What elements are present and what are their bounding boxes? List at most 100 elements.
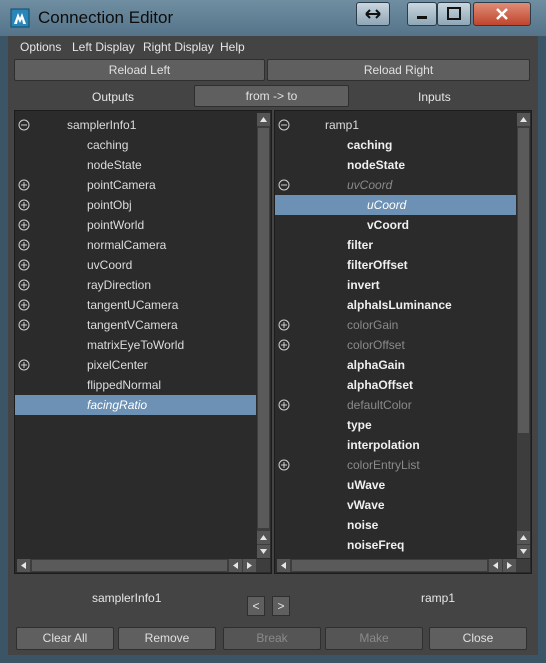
expand-plus-icon[interactable] — [278, 319, 290, 331]
scroll-up-button-lower[interactable] — [517, 531, 530, 544]
list-item[interactable]: tangentUCamera — [15, 295, 256, 315]
list-item[interactable]: interpolation — [275, 435, 516, 455]
list-item[interactable]: alphaGain — [275, 355, 516, 375]
previous-button[interactable]: < — [247, 596, 265, 616]
expand-plus-icon[interactable] — [278, 399, 290, 411]
inputs-vertical-scrollbar[interactable] — [517, 113, 530, 558]
collapse-minus-icon[interactable] — [278, 179, 290, 191]
break-button[interactable]: Break — [223, 627, 321, 650]
expand-plus-icon[interactable] — [278, 339, 290, 351]
list-item[interactable]: noise — [275, 515, 516, 535]
list-item[interactable]: alphaOffset — [275, 375, 516, 395]
list-item-label: pointCamera — [87, 178, 156, 192]
list-item[interactable]: uvCoord — [15, 255, 256, 275]
expand-plus-icon[interactable] — [18, 359, 30, 371]
list-item[interactable]: filter — [275, 235, 516, 255]
list-item[interactable]: nodeState — [15, 155, 256, 175]
scroll-left-button-lower[interactable] — [489, 559, 502, 572]
close-button[interactable]: Close — [429, 627, 527, 650]
window-title: Connection Editor — [38, 8, 174, 27]
expand-plus-icon[interactable] — [18, 299, 30, 311]
list-item-label: vCoord — [367, 218, 409, 232]
list-item[interactable]: flippedNormal — [15, 375, 256, 395]
swap-arrows-button[interactable] — [356, 2, 390, 26]
h-scroll-thumb[interactable] — [292, 560, 487, 571]
list-item[interactable]: defaultColor — [275, 395, 516, 415]
list-item[interactable]: type — [275, 415, 516, 435]
remove-button[interactable]: Remove — [118, 627, 216, 650]
make-button[interactable]: Make — [325, 627, 423, 650]
menu-options[interactable]: Options — [20, 40, 61, 54]
expand-plus-icon[interactable] — [18, 179, 30, 191]
list-item[interactable]: pointCamera — [15, 175, 256, 195]
title-bar[interactable]: Connection Editor — [0, 0, 546, 36]
expand-plus-icon[interactable] — [18, 259, 30, 271]
list-item[interactable]: uCoord — [275, 195, 516, 215]
list-item[interactable]: uWave — [275, 475, 516, 495]
collapse-minus-icon[interactable] — [278, 119, 290, 131]
close-window-button[interactable] — [473, 2, 531, 26]
expand-plus-icon[interactable] — [18, 279, 30, 291]
list-item[interactable]: vWave — [275, 495, 516, 515]
list-item[interactable]: caching — [275, 135, 516, 155]
scroll-up-button[interactable] — [517, 113, 530, 126]
scroll-down-button[interactable] — [517, 545, 530, 558]
list-item[interactable]: colorGain — [275, 315, 516, 335]
menu-right-display[interactable]: Right Display — [143, 40, 214, 54]
list-item[interactable]: uvCoord — [275, 175, 516, 195]
reload-left-button[interactable]: Reload Left — [14, 59, 265, 81]
expand-plus-icon[interactable] — [18, 199, 30, 211]
scroll-thumb[interactable] — [518, 128, 529, 433]
collapse-minus-icon[interactable] — [18, 119, 30, 131]
expand-plus-icon[interactable] — [18, 239, 30, 251]
list-item[interactable]: pointObj — [15, 195, 256, 215]
list-item[interactable]: pointWorld — [15, 215, 256, 235]
list-item[interactable]: matrixEyeToWorld — [15, 335, 256, 355]
list-item[interactable]: caching — [15, 135, 256, 155]
list-item[interactable]: samplerInfo1 — [15, 115, 256, 135]
list-item-label: filter — [347, 238, 374, 252]
outputs-vertical-scrollbar[interactable] — [257, 113, 270, 558]
list-item[interactable]: filterOffset — [275, 255, 516, 275]
scroll-down-button[interactable] — [257, 545, 270, 558]
list-item[interactable]: alphaIsLuminance — [275, 295, 516, 315]
outputs-horizontal-scrollbar[interactable] — [17, 559, 270, 572]
reload-right-button[interactable]: Reload Right — [267, 59, 530, 81]
list-item[interactable]: tangentVCamera — [15, 315, 256, 335]
list-item[interactable]: invert — [275, 275, 516, 295]
list-item[interactable]: pixelCenter — [15, 355, 256, 375]
h-scroll-thumb[interactable] — [32, 560, 227, 571]
list-item[interactable]: colorEntryList — [275, 455, 516, 475]
list-item[interactable]: ramp1 — [275, 115, 516, 135]
arrow-up-icon — [260, 535, 267, 540]
expand-plus-icon[interactable] — [18, 319, 30, 331]
clear-all-button[interactable]: Clear All — [16, 627, 114, 650]
scroll-left-button[interactable] — [17, 559, 30, 572]
list-item-label: uCoord — [367, 198, 407, 212]
scroll-up-button-lower[interactable] — [257, 531, 270, 544]
list-item[interactable]: normalCamera — [15, 235, 256, 255]
menu-left-display[interactable]: Left Display — [72, 40, 135, 54]
direction-toggle-button[interactable]: from -> to — [194, 85, 349, 107]
list-item-label: vWave — [347, 498, 385, 512]
scroll-up-button[interactable] — [257, 113, 270, 126]
maximize-button[interactable] — [437, 2, 471, 26]
next-button[interactable]: > — [272, 596, 290, 616]
scroll-left-button[interactable] — [277, 559, 290, 572]
list-item[interactable]: rayDirection — [15, 275, 256, 295]
scroll-thumb[interactable] — [258, 128, 269, 528]
list-item[interactable]: nodeState — [275, 155, 516, 175]
scroll-right-button[interactable] — [243, 559, 256, 572]
list-item[interactable]: colorOffset — [275, 335, 516, 355]
list-item[interactable]: vCoord — [275, 215, 516, 235]
list-item-label: caching — [347, 138, 393, 152]
scroll-right-button[interactable] — [503, 559, 516, 572]
scroll-left-button-lower[interactable] — [229, 559, 242, 572]
list-item[interactable]: noiseFreq — [275, 535, 516, 555]
expand-plus-icon[interactable] — [278, 459, 290, 471]
menu-help[interactable]: Help — [220, 40, 245, 54]
expand-plus-icon[interactable] — [18, 219, 30, 231]
list-item[interactable]: facingRatio — [15, 395, 256, 415]
inputs-horizontal-scrollbar[interactable] — [277, 559, 530, 572]
minimize-button[interactable] — [407, 2, 437, 26]
